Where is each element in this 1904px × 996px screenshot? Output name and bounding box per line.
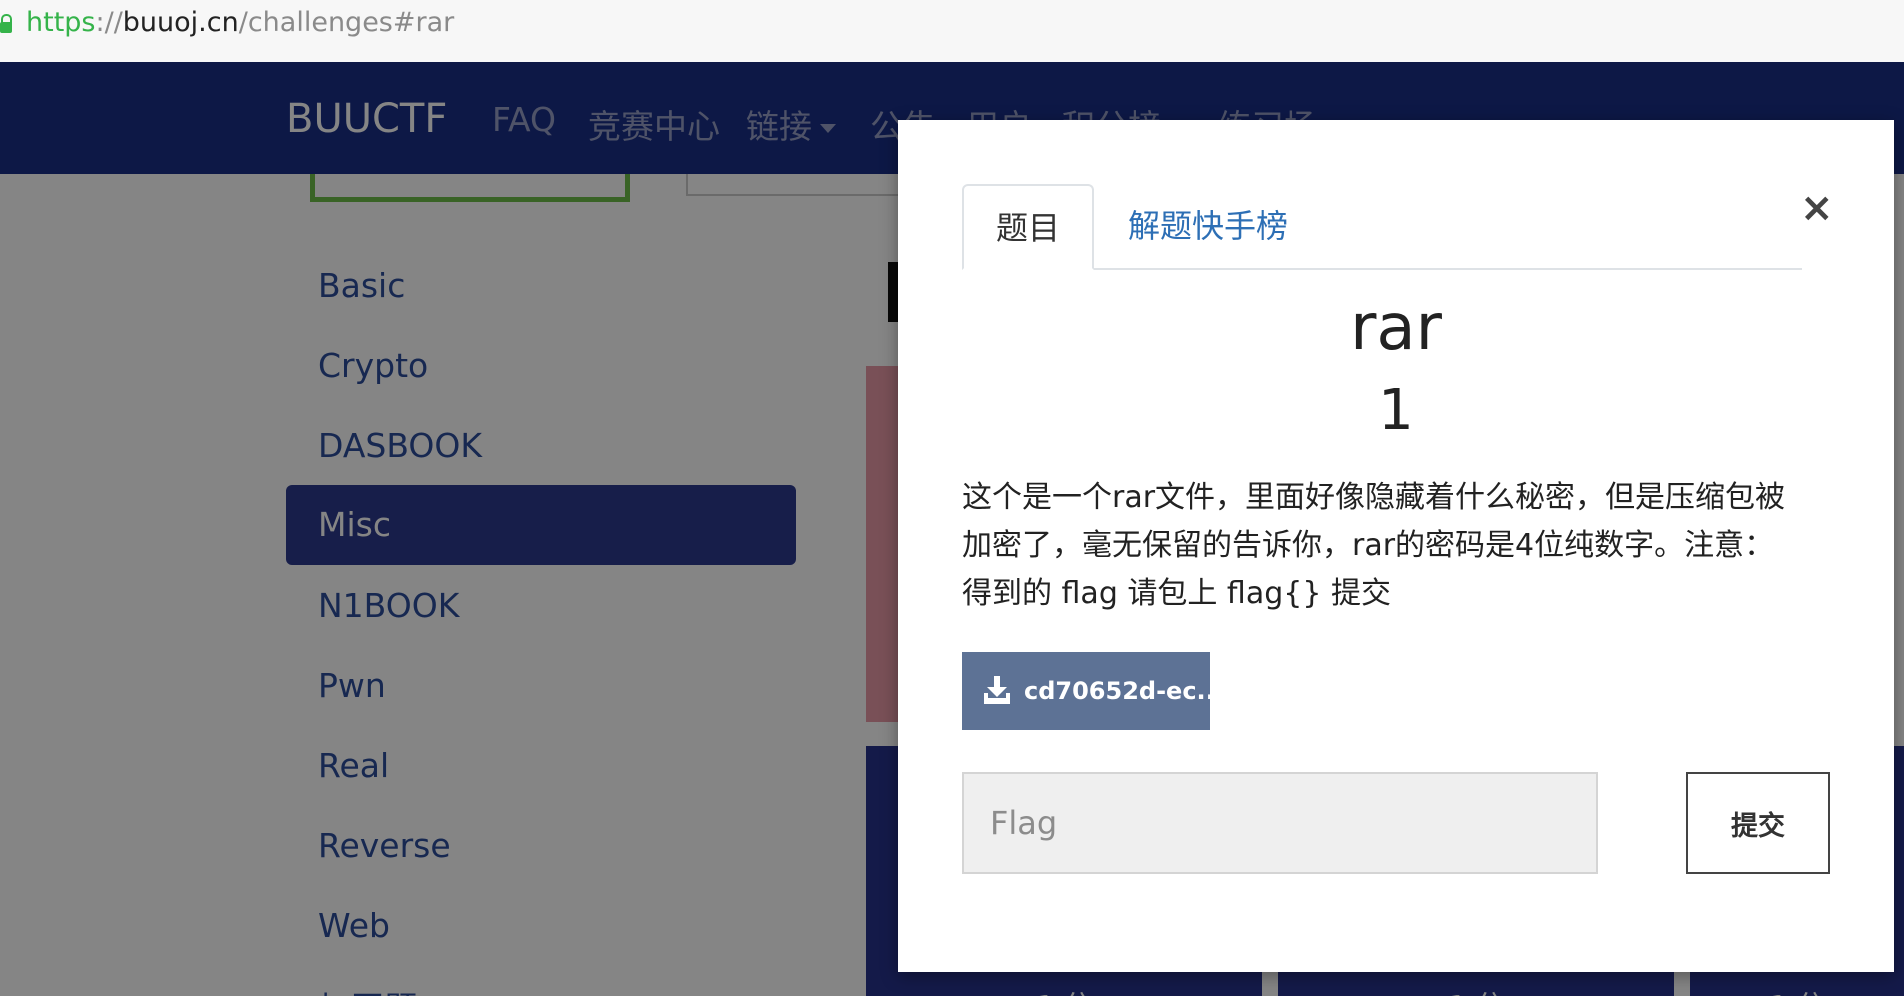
lock-icon: [0, 14, 12, 33]
url-text[interactable]: https://buuoj.cn/challenges#rar: [26, 8, 454, 38]
close-icon[interactable]: ×: [1800, 188, 1834, 228]
download-file-button[interactable]: cd70652d-ec...: [962, 652, 1224, 730]
address-bar[interactable]: https://buuoj.cn/challenges#rar: [0, 0, 1904, 63]
tab-challenge[interactable]: 题目: [962, 184, 1094, 270]
download-icon: [984, 676, 1010, 704]
challenge-name: rar: [1350, 291, 1442, 365]
submit-button[interactable]: 提交: [1686, 772, 1830, 874]
url-separator: ://: [95, 7, 123, 38]
url-path: /challenges#rar: [238, 7, 455, 38]
challenge-description: 这个是一个rar文件，里面好像隐藏着什么秘密，但是压缩包被加密了，毫无保留的告诉…: [962, 480, 1786, 611]
tab-solves[interactable]: 解题快手榜: [1128, 184, 1288, 268]
download-filename: cd70652d-ec...: [1024, 677, 1224, 705]
url-host: buuoj.cn: [122, 7, 239, 38]
challenge-modal: × 题目 解题快手榜 rar 1 这个是一个rar文件，里面好像隐藏着什么秘密，…: [898, 120, 1894, 972]
challenge-value: 1: [1378, 378, 1414, 443]
flag-input[interactable]: [962, 772, 1598, 874]
modal-tabs: 题目 解题快手榜: [962, 184, 1802, 270]
url-scheme: https: [26, 7, 96, 38]
